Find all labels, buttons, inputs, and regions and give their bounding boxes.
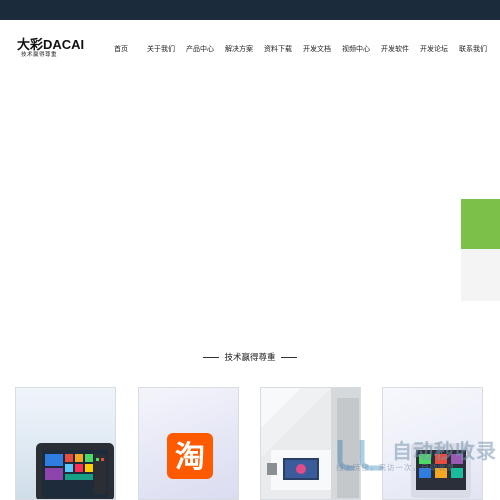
section-title-text: 技术赢得尊重 xyxy=(224,352,276,362)
watermark-overlay: 自动秒收录 线上链接，来访一次，自动收录 xyxy=(330,432,496,480)
nav-item-about[interactable]: 关于我们 xyxy=(147,44,175,54)
nav-item-home[interactable]: 首页 xyxy=(114,44,128,54)
watermark-subtext: 线上链接，来访一次，自动收录 xyxy=(336,463,455,472)
nav-item-docs[interactable]: 开发文档 xyxy=(303,44,331,54)
nav-item-software[interactable]: 开发软件 xyxy=(381,44,409,54)
nav-item-solutions[interactable]: 解决方案 xyxy=(225,44,253,54)
side-float-panel[interactable] xyxy=(461,249,500,301)
watermark-text: 自动秒收录 xyxy=(392,441,497,463)
taobao-icon: 淘 xyxy=(167,433,213,479)
main-nav: 首页 关于我们 产品中心 解决方案 资料下载 开发文档 视频中心 开发软件 开发… xyxy=(0,44,500,58)
nav-item-products[interactable]: 产品中心 xyxy=(186,44,214,54)
side-float-button[interactable] xyxy=(461,199,500,249)
heading-dash-left xyxy=(203,357,220,359)
product-card-2[interactable]: 淘 xyxy=(138,387,239,500)
nav-item-downloads[interactable]: 资料下载 xyxy=(264,44,292,54)
nav-item-videos[interactable]: 视频中心 xyxy=(342,44,370,54)
heading-dash-right xyxy=(280,357,297,359)
section-heading: 技术赢得尊重 xyxy=(0,351,500,363)
touch-screen-display-image xyxy=(36,443,114,499)
nav-item-contact[interactable]: 联系我们 xyxy=(459,44,487,54)
taobao-glyph: 淘 xyxy=(175,440,205,475)
nav-item-forum[interactable]: 开发论坛 xyxy=(420,44,448,54)
product-card-1[interactable] xyxy=(15,387,116,500)
top-bar xyxy=(0,0,500,20)
